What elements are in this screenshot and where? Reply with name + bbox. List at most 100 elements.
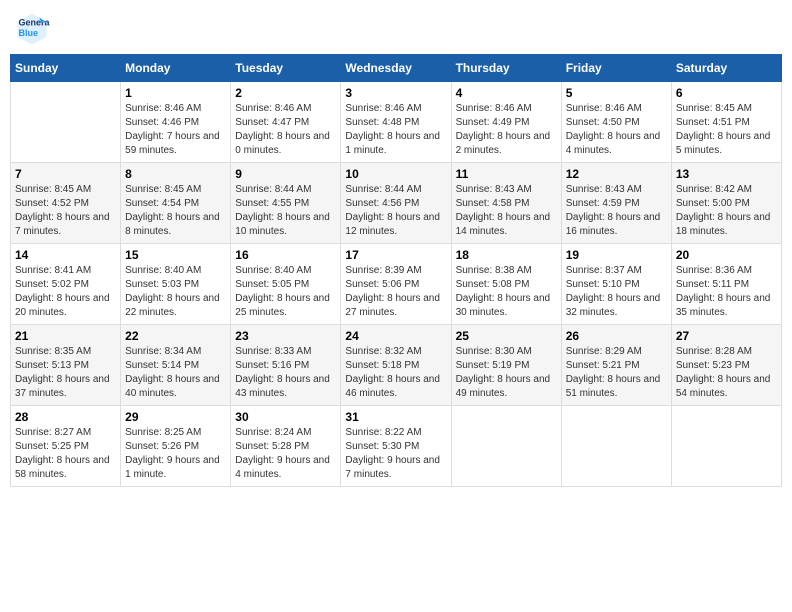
day-number: 26 (566, 329, 667, 343)
calendar-cell: 8Sunrise: 8:45 AMSunset: 4:54 PMDaylight… (121, 163, 231, 244)
header-wednesday: Wednesday (341, 55, 451, 82)
calendar-cell: 10 Sunrise: 8:44 AMSunset: 4:56 PMDayligh… (341, 163, 451, 244)
day-info: Sunrise: 8:37 AMSunset: 5:10 PMDaylight:… (566, 264, 667, 320)
day-number: 28 (15, 410, 116, 424)
calendar-cell: 29 Sunrise: 8:25 AMSunset: 5:26 PMDayligh… (121, 406, 231, 487)
day-number: 18 (456, 248, 557, 262)
calendar-cell (11, 82, 121, 163)
calendar-cell: 14 Sunrise: 8:41 AMSunset: 5:02 PMDayligh… (11, 244, 121, 325)
calendar-cell: 28 Sunrise: 8:27 AMSunset: 5:25 PMDayligh… (11, 406, 121, 487)
header-tuesday: Tuesday (231, 55, 341, 82)
day-number: 14 (15, 248, 116, 262)
header-sunday: Sunday (11, 55, 121, 82)
calendar-cell: 26 Sunrise: 8:29 AMSunset: 5:21 PMDayligh… (561, 325, 671, 406)
logo: General Blue (14, 10, 54, 46)
calendar-cell: 20 Sunrise: 8:36 AMSunset: 5:11 PMDayligh… (671, 244, 781, 325)
day-info: Sunrise: 8:42 AMSunset: 5:00 PMDaylight:… (676, 183, 777, 239)
calendar-cell: 5 Sunrise: 8:46 AMSunset: 4:50 PMDaylight… (561, 82, 671, 163)
day-number: 1 (125, 86, 226, 100)
day-number: 22 (125, 329, 226, 343)
logo-icon: General Blue (14, 10, 50, 46)
calendar-cell: 17 Sunrise: 8:39 AMSunset: 5:06 PMDayligh… (341, 244, 451, 325)
calendar-cell: 1Sunrise: 8:46 AMSunset: 4:46 PMDaylight… (121, 82, 231, 163)
day-number: 27 (676, 329, 777, 343)
header-friday: Friday (561, 55, 671, 82)
week-row-4: 21 Sunrise: 8:35 AMSunset: 5:13 PMDayligh… (11, 325, 782, 406)
day-number: 12 (566, 167, 667, 181)
day-number: 11 (456, 167, 557, 181)
svg-text:Blue: Blue (19, 28, 39, 38)
day-info: Sunrise: 8:44 AMSunset: 4:56 PMDaylight:… (345, 183, 446, 239)
day-info: Sunrise: 8:39 AMSunset: 5:06 PMDaylight:… (345, 264, 446, 320)
day-number: 2 (235, 86, 336, 100)
day-number: 31 (345, 410, 446, 424)
day-info: Sunrise: 8:46 AMSunset: 4:50 PMDaylight:… (566, 102, 667, 158)
day-info: Sunrise: 8:46 AMSunset: 4:47 PMDaylight:… (235, 102, 336, 158)
day-info: Sunrise: 8:30 AMSunset: 5:19 PMDaylight:… (456, 345, 557, 401)
day-info: Sunrise: 8:25 AMSunset: 5:26 PMDaylight:… (125, 426, 226, 482)
day-number: 24 (345, 329, 446, 343)
day-info: Sunrise: 8:36 AMSunset: 5:11 PMDaylight:… (676, 264, 777, 320)
day-number: 17 (345, 248, 446, 262)
day-number: 16 (235, 248, 336, 262)
calendar-cell: 24 Sunrise: 8:32 AMSunset: 5:18 PMDayligh… (341, 325, 451, 406)
day-info: Sunrise: 8:45 AMSunset: 4:51 PMDaylight:… (676, 102, 777, 158)
page-header: General Blue (10, 10, 782, 46)
calendar-cell (671, 406, 781, 487)
week-row-3: 14 Sunrise: 8:41 AMSunset: 5:02 PMDayligh… (11, 244, 782, 325)
day-info: Sunrise: 8:35 AMSunset: 5:13 PMDaylight:… (15, 345, 116, 401)
week-row-2: 7Sunrise: 8:45 AMSunset: 4:52 PMDaylight… (11, 163, 782, 244)
day-info: Sunrise: 8:27 AMSunset: 5:25 PMDaylight:… (15, 426, 116, 482)
calendar-cell: 9 Sunrise: 8:44 AMSunset: 4:55 PMDaylight… (231, 163, 341, 244)
calendar-cell: 21 Sunrise: 8:35 AMSunset: 5:13 PMDayligh… (11, 325, 121, 406)
calendar-cell: 3 Sunrise: 8:46 AMSunset: 4:48 PMDaylight… (341, 82, 451, 163)
day-info: Sunrise: 8:28 AMSunset: 5:23 PMDaylight:… (676, 345, 777, 401)
day-number: 25 (456, 329, 557, 343)
day-number: 19 (566, 248, 667, 262)
day-info: Sunrise: 8:33 AMSunset: 5:16 PMDaylight:… (235, 345, 336, 401)
day-number: 7 (15, 167, 116, 181)
day-info: Sunrise: 8:45 AMSunset: 4:54 PMDaylight:… (125, 183, 226, 239)
day-number: 5 (566, 86, 667, 100)
day-number: 15 (125, 248, 226, 262)
day-number: 10 (345, 167, 446, 181)
week-row-5: 28 Sunrise: 8:27 AMSunset: 5:25 PMDayligh… (11, 406, 782, 487)
day-info: Sunrise: 8:41 AMSunset: 5:02 PMDaylight:… (15, 264, 116, 320)
day-info: Sunrise: 8:34 AMSunset: 5:14 PMDaylight:… (125, 345, 226, 401)
day-info: Sunrise: 8:43 AMSunset: 4:59 PMDaylight:… (566, 183, 667, 239)
calendar-cell: 25 Sunrise: 8:30 AMSunset: 5:19 PMDayligh… (451, 325, 561, 406)
calendar-cell: 27 Sunrise: 8:28 AMSunset: 5:23 PMDayligh… (671, 325, 781, 406)
day-info: Sunrise: 8:24 AMSunset: 5:28 PMDaylight:… (235, 426, 336, 482)
calendar-cell: 19 Sunrise: 8:37 AMSunset: 5:10 PMDayligh… (561, 244, 671, 325)
header-monday: Monday (121, 55, 231, 82)
calendar-table: SundayMondayTuesdayWednesdayThursdayFrid… (10, 54, 782, 487)
calendar-cell: 23Sunrise: 8:33 AMSunset: 5:16 PMDayligh… (231, 325, 341, 406)
calendar-cell: 4 Sunrise: 8:46 AMSunset: 4:49 PMDaylight… (451, 82, 561, 163)
day-info: Sunrise: 8:43 AMSunset: 4:58 PMDaylight:… (456, 183, 557, 239)
calendar-cell (561, 406, 671, 487)
calendar-cell: 12 Sunrise: 8:43 AMSunset: 4:59 PMDayligh… (561, 163, 671, 244)
day-number: 30 (235, 410, 336, 424)
day-info: Sunrise: 8:40 AMSunset: 5:05 PMDaylight:… (235, 264, 336, 320)
day-number: 29 (125, 410, 226, 424)
calendar-cell: 11 Sunrise: 8:43 AMSunset: 4:58 PMDayligh… (451, 163, 561, 244)
week-row-1: 1Sunrise: 8:46 AMSunset: 4:46 PMDaylight… (11, 82, 782, 163)
calendar-cell: 30 Sunrise: 8:24 AMSunset: 5:28 PMDayligh… (231, 406, 341, 487)
calendar-cell: 13 Sunrise: 8:42 AMSunset: 5:00 PMDayligh… (671, 163, 781, 244)
day-number: 20 (676, 248, 777, 262)
day-number: 6 (676, 86, 777, 100)
day-info: Sunrise: 8:32 AMSunset: 5:18 PMDaylight:… (345, 345, 446, 401)
day-number: 21 (15, 329, 116, 343)
calendar-cell (451, 406, 561, 487)
day-info: Sunrise: 8:46 AMSunset: 4:48 PMDaylight:… (345, 102, 446, 158)
day-info: Sunrise: 8:46 AMSunset: 4:49 PMDaylight:… (456, 102, 557, 158)
day-number: 3 (345, 86, 446, 100)
day-number: 9 (235, 167, 336, 181)
header-saturday: Saturday (671, 55, 781, 82)
day-number: 13 (676, 167, 777, 181)
day-info: Sunrise: 8:44 AMSunset: 4:55 PMDaylight:… (235, 183, 336, 239)
day-info: Sunrise: 8:29 AMSunset: 5:21 PMDaylight:… (566, 345, 667, 401)
day-number: 4 (456, 86, 557, 100)
calendar-cell: 16 Sunrise: 8:40 AMSunset: 5:05 PMDayligh… (231, 244, 341, 325)
calendar-cell: 22 Sunrise: 8:34 AMSunset: 5:14 PMDayligh… (121, 325, 231, 406)
